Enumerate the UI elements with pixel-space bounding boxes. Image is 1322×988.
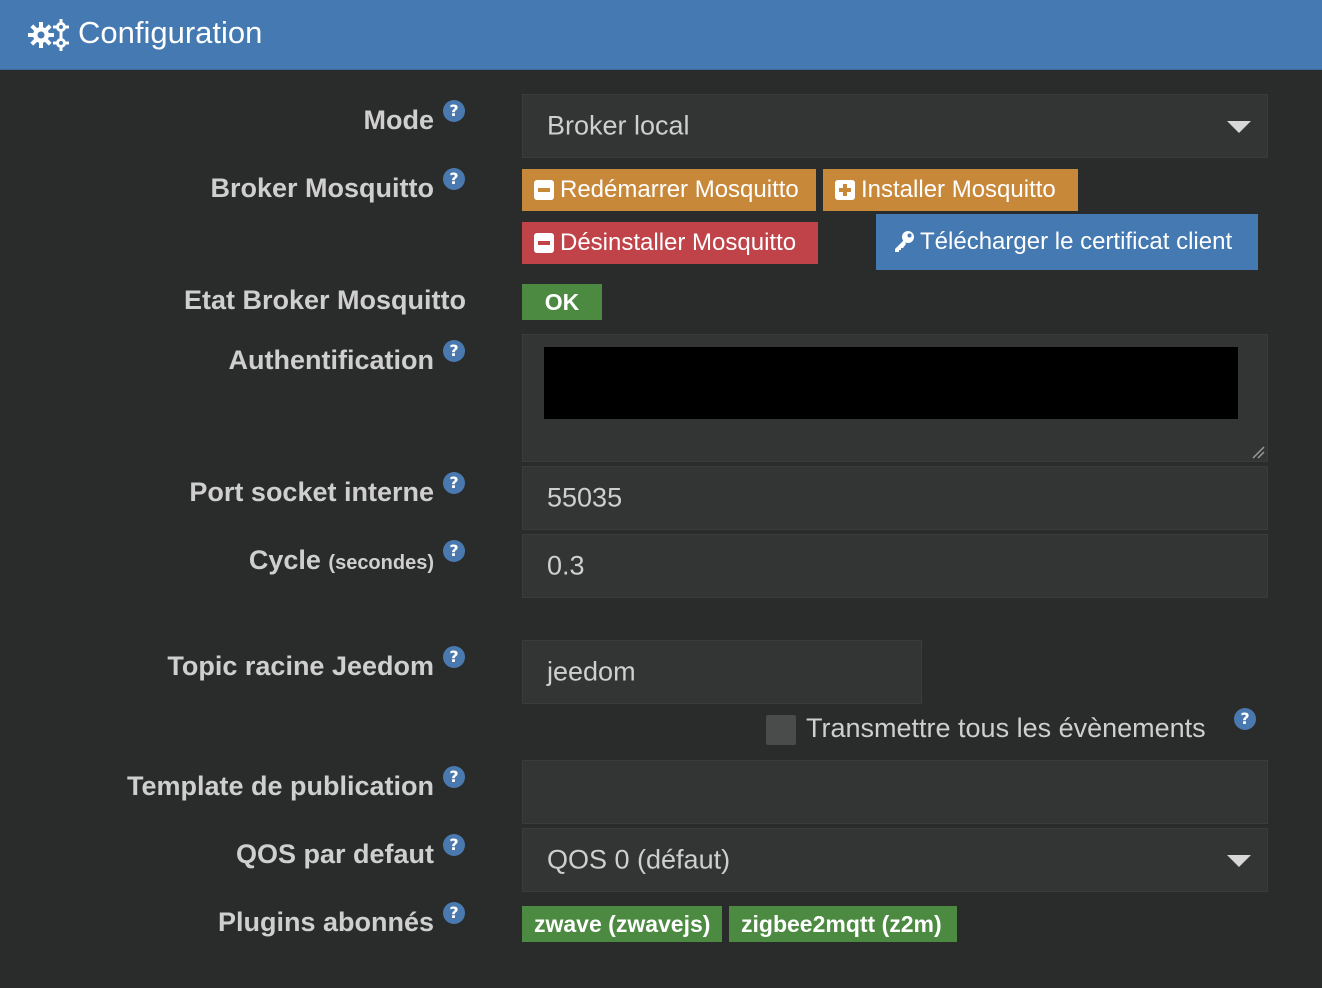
plugins-label: Plugins abonnés [217, 907, 434, 937]
mode-select[interactable]: Broker local [522, 94, 1268, 158]
help-icon[interactable]: ? [443, 340, 465, 362]
mode-label: Mode [363, 105, 435, 135]
chevron-down-icon [1227, 855, 1251, 867]
port-label: Port socket interne [189, 477, 434, 507]
topic-label: Topic racine Jeedom [167, 651, 434, 681]
help-icon[interactable]: ? [443, 540, 465, 562]
qos-value: QOS 0 (défaut) [547, 844, 731, 875]
topic-value: jeedom [547, 656, 636, 687]
cycle-unit: (secondes) [328, 552, 434, 574]
gears-icon [28, 19, 69, 51]
help-icon[interactable]: ? [443, 646, 465, 668]
auth-label: Authentification [228, 345, 434, 375]
template-input[interactable] [522, 760, 1268, 824]
port-value: 55035 [547, 482, 623, 513]
plugin-badge-zwave: zwave (zwavejs) [522, 906, 722, 942]
status-badge: OK [522, 284, 602, 320]
help-icon[interactable]: ? [443, 834, 465, 856]
cycle-value: 0.3 [547, 550, 585, 581]
download-certificate-button[interactable]: Télécharger le certificat client [876, 214, 1258, 270]
mode-value: Broker local [547, 110, 690, 141]
help-icon[interactable]: ? [443, 168, 465, 190]
template-label: Template de publication [126, 771, 434, 801]
transmit-checkbox[interactable] [766, 715, 796, 745]
help-icon[interactable]: ? [443, 902, 465, 924]
plugin-badge-zigbee2mqtt: zigbee2mqtt (z2m) [729, 906, 957, 942]
install-mosquitto-button[interactable]: Installer Mosquitto [823, 169, 1078, 211]
help-icon[interactable]: ? [443, 100, 465, 122]
help-icon[interactable]: ? [1234, 708, 1256, 730]
cycle-input[interactable]: 0.3 [522, 534, 1268, 598]
minus-square-icon [534, 180, 554, 200]
panel-header: Configuration [0, 0, 1322, 70]
restart-mosquitto-button[interactable]: Redémarrer Mosquitto [522, 169, 816, 211]
uninstall-mosquitto-button[interactable]: Désinstaller Mosquitto [522, 222, 818, 264]
port-input[interactable]: 55035 [522, 466, 1268, 530]
qos-select[interactable]: QOS 0 (défaut) [522, 828, 1268, 892]
help-icon[interactable]: ? [443, 766, 465, 788]
key-icon [895, 231, 914, 252]
cycle-label: Cycle (secondes) [248, 545, 434, 575]
minus-square-icon [534, 233, 554, 253]
broker-state-label: Etat Broker Mosquitto [183, 285, 466, 315]
transmit-label: Transmettre tous les évènements [806, 713, 1206, 743]
plus-square-icon [835, 180, 855, 200]
page-title: Configuration [78, 15, 263, 50]
chevron-down-icon [1227, 121, 1251, 133]
qos-label: QOS par defaut [235, 839, 434, 869]
topic-input[interactable]: jeedom [522, 640, 922, 704]
help-icon[interactable]: ? [443, 472, 465, 494]
redacted-area [544, 347, 1238, 419]
resize-handle-icon[interactable] [1251, 445, 1265, 459]
broker-label: Broker Mosquitto [210, 173, 434, 203]
